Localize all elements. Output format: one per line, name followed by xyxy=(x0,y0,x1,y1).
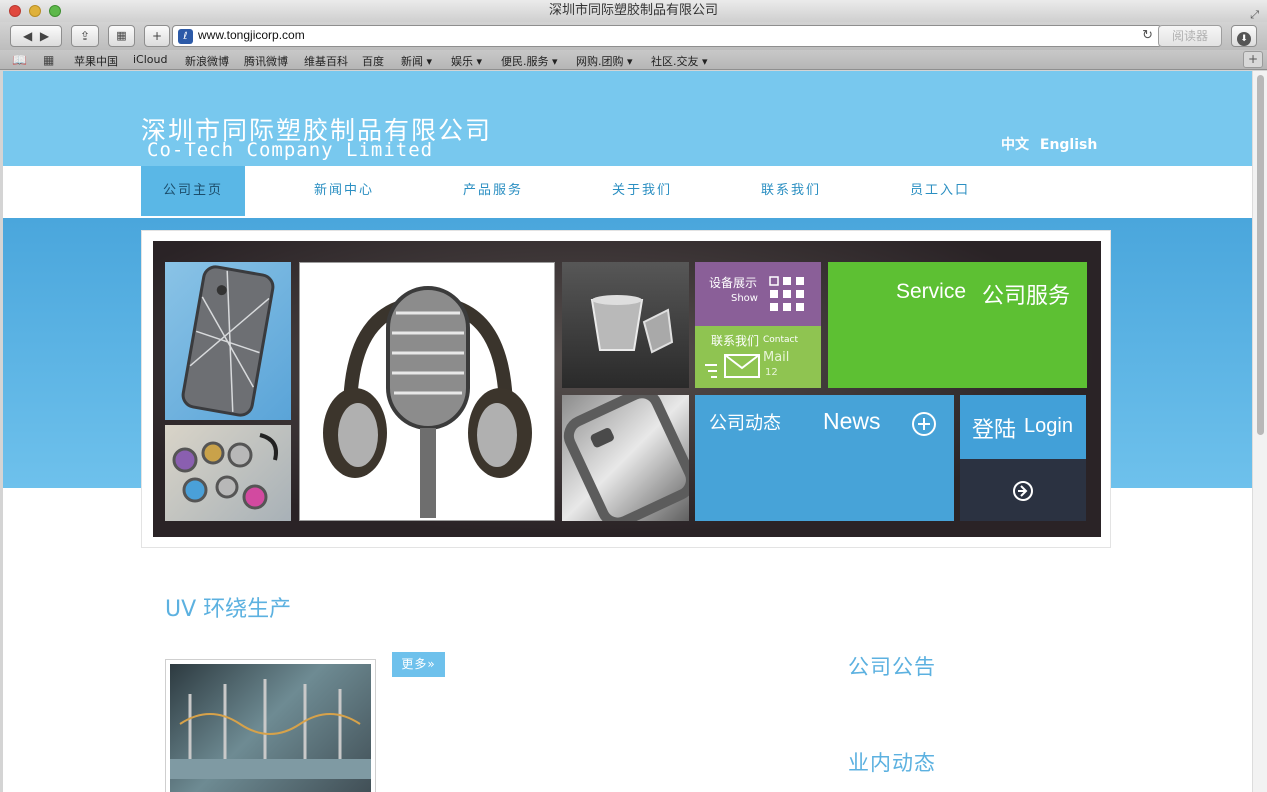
main-nav: 公司主页 新闻中心 产品服务 关于我们 联系我们 员工入口 xyxy=(3,166,1252,218)
page-viewport: 深圳市同际塑胶制品有限公司 Co-Tech Company Limited 中文… xyxy=(3,71,1252,792)
lang-chinese-link[interactable]: 中文 xyxy=(1001,137,1029,153)
phone-case-image[interactable] xyxy=(165,262,291,420)
language-switcher: 中文 English xyxy=(1001,134,1103,154)
reload-icon[interactable]: ↻ xyxy=(1142,28,1153,43)
grid-icon xyxy=(769,276,804,311)
scrollbar-thumb[interactable] xyxy=(1257,75,1264,435)
close-window-button[interactable] xyxy=(9,5,21,17)
metal-cups-image[interactable] xyxy=(562,262,689,388)
service-title-en: Service xyxy=(896,280,967,303)
top-sites-icon[interactable]: ▦ xyxy=(43,53,54,67)
bookmark-item[interactable]: 新浪微博 xyxy=(185,53,229,69)
uv-production-thumbnail[interactable] xyxy=(165,659,376,792)
arrow-right-circle-icon[interactable] xyxy=(1012,480,1034,502)
share-button[interactable]: ⇪ xyxy=(71,25,99,47)
page-scrollbar[interactable] xyxy=(1252,71,1267,792)
download-icon: ⬇ xyxy=(1237,32,1251,46)
equipment-show-tile[interactable]: 设备展示 Show xyxy=(695,262,821,326)
url-text[interactable]: www.tongjicorp.com xyxy=(198,28,305,42)
bookmarks-bar: 📖 ▦ 苹果中国 iCloud 新浪微博 腾讯微博 维基百科 百度 新闻 ▾ 娱… xyxy=(0,50,1267,70)
mail-label: Mail xyxy=(763,350,790,365)
industry-news-title[interactable]: 业内动态 xyxy=(848,747,936,777)
uv-section-title: UV 环绕生产 xyxy=(165,597,292,622)
back-arrow-icon[interactable]: ◀ xyxy=(23,29,32,43)
login-go-tile[interactable] xyxy=(960,459,1086,521)
login-title-cn: 登陆 xyxy=(972,418,1017,443)
nav-contact[interactable]: 联系我们 xyxy=(739,166,843,216)
nav-about[interactable]: 关于我们 xyxy=(590,166,694,216)
minimize-window-button[interactable] xyxy=(29,5,41,17)
nav-products[interactable]: 产品服务 xyxy=(441,166,545,216)
news-title-cn: 公司动态 xyxy=(709,413,781,434)
browser-toolbar: ◀ ▶ ⇪ ▦ + ℓ www.tongjicorp.com ↻ 阅读器 ⬇ xyxy=(0,22,1267,50)
lang-english-link[interactable]: English xyxy=(1040,137,1097,153)
bookmark-item[interactable]: 百度 xyxy=(362,53,384,69)
site-favicon-icon: ℓ xyxy=(178,29,193,44)
service-tile[interactable]: Service 公司服务 xyxy=(828,262,1087,388)
reader-button[interactable]: 阅读器 xyxy=(1158,25,1222,47)
logo-english[interactable]: Co-Tech Company Limited xyxy=(147,139,433,161)
address-bar[interactable]: ℓ www.tongjicorp.com ↻ xyxy=(172,25,1162,47)
bookmark-item[interactable]: 娱乐 ▾ xyxy=(451,53,482,69)
login-tile[interactable]: 登陆 Login xyxy=(960,395,1086,459)
share-icon: ⇪ xyxy=(79,29,91,43)
login-title-en: Login xyxy=(1024,415,1073,437)
company-notice-title[interactable]: 公司公告 xyxy=(848,651,936,681)
nav-news[interactable]: 新闻中心 xyxy=(292,166,396,216)
show-title: 设备展示 xyxy=(709,276,758,290)
bookmark-item[interactable]: 网购.团购 ▾ xyxy=(576,53,633,69)
nav-home[interactable]: 公司主页 xyxy=(141,166,245,216)
extension-icon: ▦ xyxy=(116,29,127,42)
bookmark-item[interactable]: 苹果中国 xyxy=(74,53,118,69)
mail-icon xyxy=(705,354,760,378)
add-circle-icon[interactable] xyxy=(911,411,937,437)
service-title-cn: 公司服务 xyxy=(982,284,1071,309)
contact-title: 联系我们 xyxy=(711,334,760,348)
site-header: 深圳市同际塑胶制品有限公司 Co-Tech Company Limited 中文… xyxy=(3,71,1252,166)
news-title-en: News xyxy=(823,408,881,434)
window-title: 深圳市同际塑胶制品有限公司 xyxy=(548,3,718,18)
bookmark-item[interactable]: iCloud xyxy=(133,53,167,66)
back-forward-buttons[interactable]: ◀ ▶ xyxy=(10,25,62,47)
bookmark-item[interactable]: 新闻 ▾ xyxy=(401,53,432,69)
metal-frame-image[interactable] xyxy=(562,395,689,521)
new-tab-button[interactable]: + xyxy=(1243,51,1263,68)
show-subtitle: Show xyxy=(731,293,758,304)
bookmark-item[interactable]: 维基百科 xyxy=(304,53,348,69)
contact-us-tile[interactable]: 联系我们 Contact Mail 12 xyxy=(695,326,821,388)
bookmark-item[interactable]: 社区.交友 ▾ xyxy=(651,53,708,69)
uv-production-image xyxy=(170,664,371,792)
extension-button[interactable]: ▦ xyxy=(108,25,135,47)
news-tile[interactable]: 公司动态 News xyxy=(695,395,954,521)
window-titlebar: 深圳市同际塑胶制品有限公司 ⤢ xyxy=(0,0,1267,22)
nav-staff[interactable]: 员工入口 xyxy=(888,166,992,216)
bookmark-item[interactable]: 腾讯微博 xyxy=(244,53,288,69)
contact-subtitle: Contact xyxy=(763,335,799,345)
mail-count: 12 xyxy=(765,367,778,378)
colored-rings-image[interactable] xyxy=(165,425,291,521)
add-bookmark-button[interactable]: + xyxy=(144,25,170,47)
forward-arrow-icon[interactable]: ▶ xyxy=(40,29,49,43)
reading-list-icon[interactable]: 📖 xyxy=(12,53,27,67)
metro-tile-grid: 设备展示 Show 联系我们 Contact Mail 12 Service 公… xyxy=(153,241,1101,537)
headphone-microphone-image[interactable] xyxy=(299,262,555,521)
bookmark-item[interactable]: 便民.服务 ▾ xyxy=(501,53,558,69)
more-button[interactable]: 更多» xyxy=(392,652,445,677)
hero-slider-frame: 设备展示 Show 联系我们 Contact Mail 12 Service 公… xyxy=(141,230,1111,548)
downloads-button[interactable]: ⬇ xyxy=(1231,25,1257,47)
zoom-window-button[interactable] xyxy=(49,5,61,17)
plus-icon: + xyxy=(151,29,163,43)
